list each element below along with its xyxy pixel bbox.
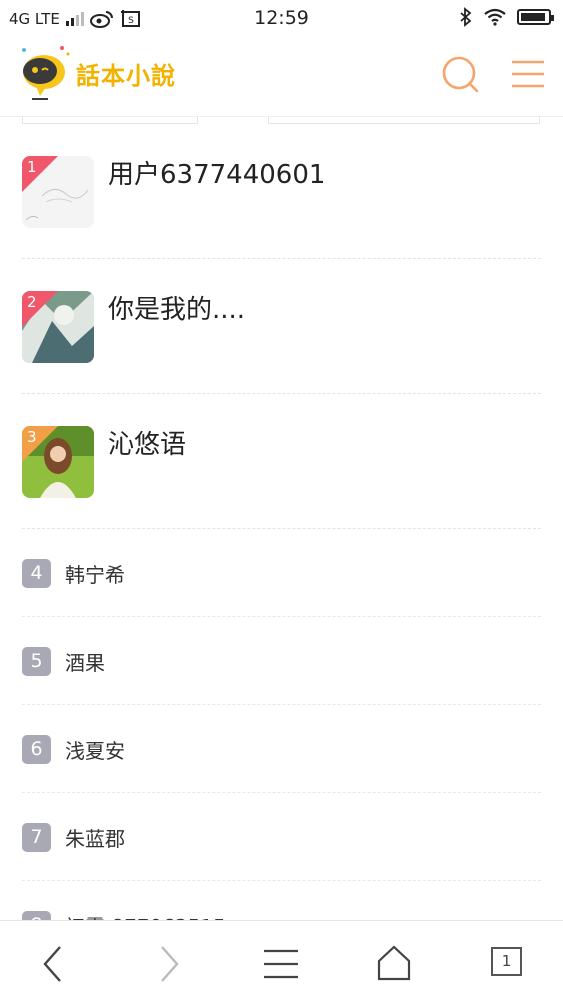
status-right bbox=[459, 7, 554, 27]
browser-bottom-nav: 1 bbox=[0, 920, 563, 1001]
logo-text: 話本小說 bbox=[76, 62, 176, 90]
ranking-item-5[interactable]: 5 酒果 bbox=[22, 617, 541, 705]
ranking-item-6[interactable]: 6 浅夏安 bbox=[22, 705, 541, 793]
rank-number: 1 bbox=[27, 158, 37, 176]
rank-badge: 6 bbox=[22, 735, 51, 764]
chevron-left-icon[interactable] bbox=[29, 939, 79, 989]
app-header: 話本小說 bbox=[0, 38, 563, 117]
speech-bubble-logo-icon bbox=[22, 46, 70, 100]
user-name: 韩宁希 bbox=[65, 563, 125, 587]
ranking-item-4[interactable]: 4 韩宁希 bbox=[22, 529, 541, 617]
rank-badge: 7 bbox=[22, 823, 51, 852]
rank-badge: 4 bbox=[22, 559, 51, 588]
status-bar: 4G LTE S 12:59 bbox=[0, 0, 563, 38]
home-icon[interactable] bbox=[369, 939, 419, 989]
ranking-item-2[interactable]: 2 你是我的.... bbox=[22, 259, 541, 394]
user-name: 沁悠语 bbox=[108, 430, 187, 460]
rank-number: 2 bbox=[27, 293, 37, 311]
rank-number: 3 bbox=[27, 428, 37, 446]
user-name: 用户6377440601 bbox=[108, 160, 326, 190]
menu-icon[interactable] bbox=[508, 54, 548, 94]
user-name: 酒果 bbox=[65, 651, 105, 675]
rank-badge: 5 bbox=[22, 647, 51, 676]
tab-count-button[interactable]: 1 bbox=[491, 947, 522, 976]
search-icon[interactable] bbox=[440, 54, 480, 94]
user-name: 朱蓝郡 bbox=[65, 827, 125, 851]
avatar: 2 bbox=[22, 291, 94, 363]
hamburger-icon[interactable] bbox=[256, 939, 306, 989]
ranking-item-7[interactable]: 7 朱蓝郡 bbox=[22, 793, 541, 881]
ranking-list: 1 用户6377440601 2 你是我的.... 3 沁悠语 4 韩宁希 5 … bbox=[0, 124, 563, 969]
bluetooth-icon bbox=[460, 7, 472, 27]
avatar: 1 bbox=[22, 156, 94, 228]
user-name: 你是我的.... bbox=[108, 295, 246, 325]
user-name: 浅夏安 bbox=[65, 739, 125, 763]
logo[interactable]: 話本小說 bbox=[14, 44, 214, 104]
wifi-icon bbox=[484, 8, 506, 26]
avatar: 3 bbox=[22, 426, 94, 498]
battery-icon bbox=[517, 9, 554, 25]
ranking-item-1[interactable]: 1 用户6377440601 bbox=[22, 124, 541, 259]
chevron-right-icon[interactable] bbox=[143, 939, 193, 989]
ranking-item-3[interactable]: 3 沁悠语 bbox=[22, 394, 541, 529]
